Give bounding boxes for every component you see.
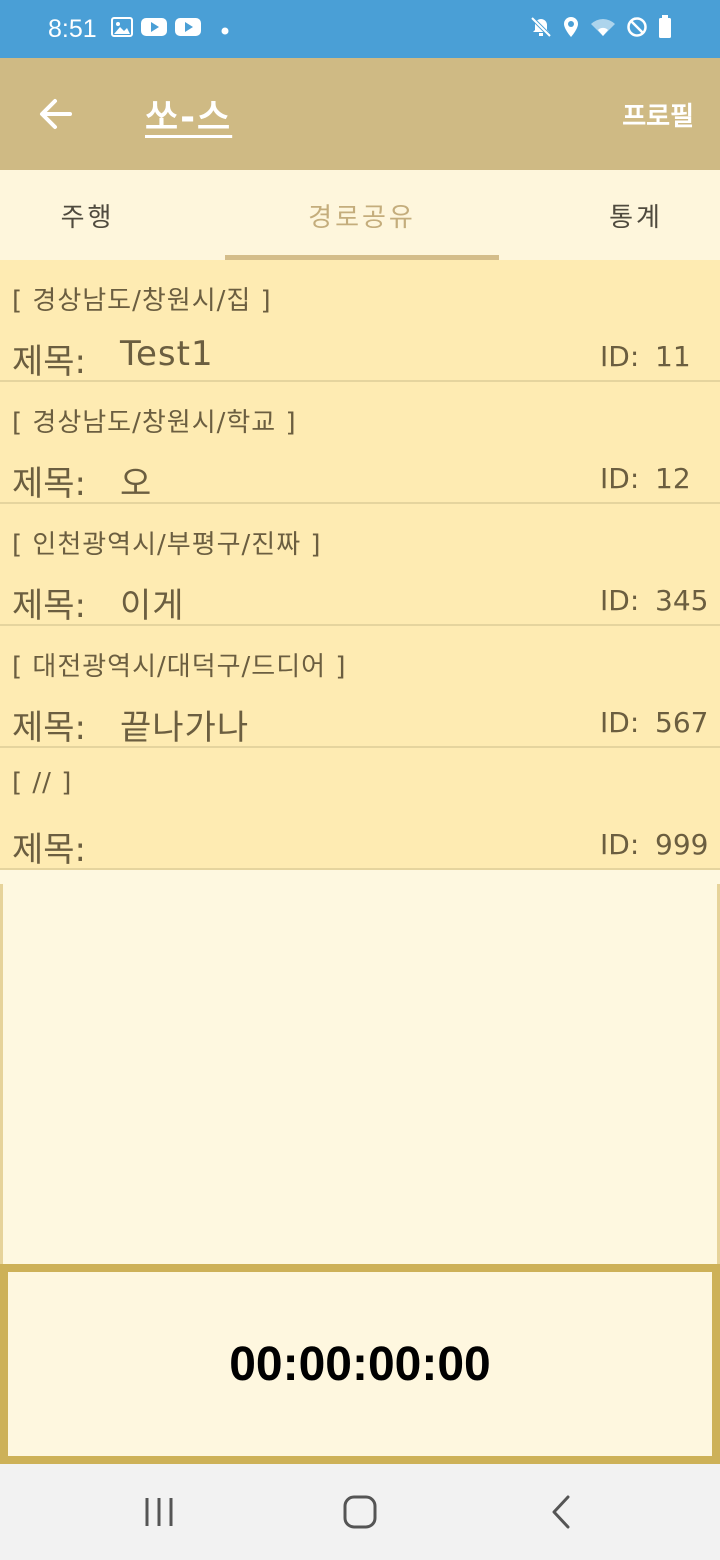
mute-icon [530, 16, 552, 42]
route-region: [ 대전광역시/대덕구/드디어 ] [12, 652, 347, 682]
back-icon [552, 1495, 570, 1529]
route-id-label: ID: [600, 828, 640, 861]
route-title-label: 제목: [12, 464, 87, 504]
timer-display: 00:00:00:00 [229, 1337, 491, 1391]
home-button[interactable] [338, 1490, 382, 1534]
tab-bar: 주행 경로공유 통계 [0, 170, 720, 260]
timer-panel: 00:00:00:00 [0, 1264, 720, 1464]
youtube-icon [140, 17, 167, 41]
recent-apps-icon [145, 1498, 173, 1526]
system-back-button[interactable] [540, 1490, 584, 1534]
tab-drive[interactable]: 주행 [0, 170, 175, 260]
route-region: [ 경상남도/창원시/집 ] [12, 286, 272, 316]
system-nav-bar [0, 1464, 720, 1560]
route-title-label: 제목: [12, 830, 87, 870]
route-region: [ 인천광역시/부평구/진짜 ] [12, 530, 322, 560]
route-list-item[interactable]: [ 경상남도/창원시/학교 ] 제목: 오 ID: 12 [0, 382, 720, 504]
location-icon [562, 16, 580, 42]
route-list-item[interactable]: [ 경상남도/창원시/집 ] 제목: Test1 ID: 11 [0, 260, 720, 382]
arrow-left-icon [40, 99, 72, 129]
status-time: 8:51 [48, 14, 97, 43]
route-title-label: 제목: [12, 342, 87, 382]
status-notification-icons [110, 17, 229, 41]
home-icon [343, 1495, 377, 1529]
route-list: [ 경상남도/창원시/집 ] 제목: Test1 ID: 11 [ 경상남도/창… [0, 260, 720, 870]
route-title-label: 제목: [12, 708, 87, 748]
route-title: 오 [120, 464, 153, 504]
route-id: 567 [655, 706, 709, 739]
tab-route-share[interactable]: 경로공유 [225, 170, 499, 260]
image-icon [110, 17, 133, 41]
route-title-label: 제목: [12, 586, 87, 626]
tab-statistics[interactable]: 통계 [552, 170, 720, 260]
route-id-label: ID: [600, 462, 640, 495]
route-list-item[interactable]: [ 대전광역시/대덕구/드디어 ] 제목: 끝나가나 ID: 567 [0, 626, 720, 748]
app-title: 쏘-스 [145, 97, 233, 138]
route-id-label: ID: [600, 706, 640, 739]
dot-icon [221, 20, 229, 39]
back-button[interactable] [36, 94, 76, 134]
route-id: 345 [655, 584, 709, 617]
route-title: Test1 [120, 334, 214, 374]
route-region: [ 경상남도/창원시/학교 ] [12, 408, 297, 438]
route-id: 11 [655, 340, 691, 373]
blocked-icon [626, 16, 648, 42]
route-id-label: ID: [600, 340, 640, 373]
battery-icon [658, 15, 672, 43]
route-region: [ // ] [12, 768, 73, 798]
youtube-icon [174, 17, 201, 41]
route-id: 12 [655, 462, 691, 495]
route-title: 이게 [120, 586, 185, 626]
route-id-label: ID: [600, 584, 640, 617]
wifi-icon [590, 17, 616, 41]
profile-button[interactable]: 프로필 [622, 96, 694, 133]
route-list-item[interactable]: [ 인천광역시/부평구/진짜 ] 제목: 이게 ID: 345 [0, 504, 720, 626]
route-id: 999 [655, 828, 709, 861]
status-bar: 8:51 [0, 0, 720, 58]
recent-apps-button[interactable] [138, 1490, 182, 1534]
list-empty-area [0, 884, 720, 1264]
route-list-item[interactable]: [ // ] 제목: ID: 999 [0, 748, 720, 870]
status-system-icons [530, 15, 672, 43]
route-title: 끝나가나 [120, 708, 250, 748]
app-bar: 쏘-스 프로필 [0, 58, 720, 170]
